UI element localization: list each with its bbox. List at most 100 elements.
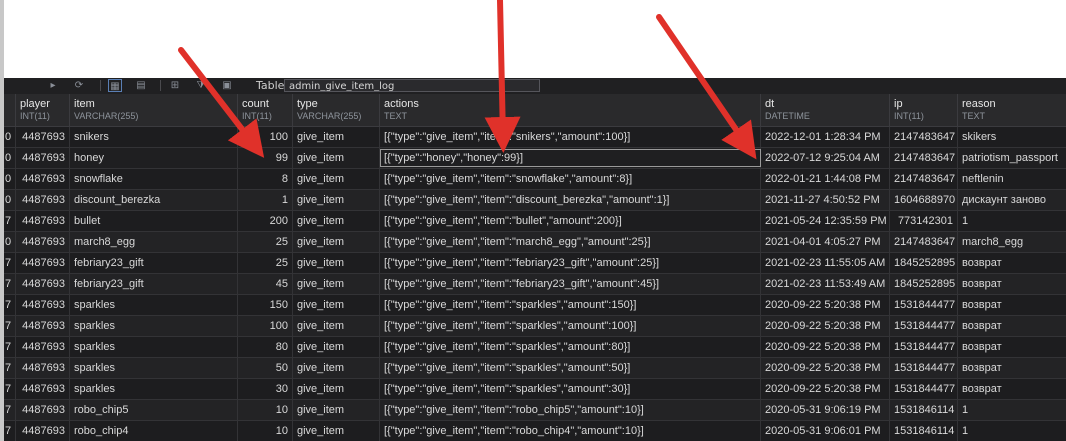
table-icon[interactable]: ⊞ (168, 79, 182, 92)
cell-type[interactable]: give_item (293, 295, 380, 315)
cell-ip[interactable]: 2147483647 (890, 232, 958, 252)
cell-player[interactable]: 4487693 (16, 148, 70, 168)
cell-player[interactable]: 4487693 (16, 379, 70, 399)
cell-type[interactable]: give_item (293, 379, 380, 399)
cell-reason[interactable]: 1 (958, 400, 1066, 420)
cell-dt[interactable]: 2020-05-31 9:06:01 PM (761, 421, 890, 441)
cell-type[interactable]: give_item (293, 316, 380, 336)
cell-type[interactable]: give_item (293, 253, 380, 273)
cell-actions[interactable]: [{"type":"give_item","item":"sparkles","… (380, 379, 761, 399)
cell-type[interactable]: give_item (293, 211, 380, 231)
table-row[interactable]: 7 4487693 febriary23_gift 25 give_item [{"typ… (4, 253, 1066, 274)
cell-dt[interactable]: 2021-05-24 12:35:59 PM (761, 211, 890, 231)
cell-player[interactable]: 4487693 (16, 211, 70, 231)
cell-count[interactable]: 8 (238, 169, 293, 189)
cell-ip[interactable]: 1604688970 (890, 190, 958, 210)
cell-player[interactable]: 4487693 (16, 337, 70, 357)
cell-player[interactable]: 4487693 (16, 358, 70, 378)
cell-player[interactable]: 4487693 (16, 274, 70, 294)
cell-type[interactable]: give_item (293, 127, 380, 147)
table-row[interactable]: 0 4487693 snowflake 8 give_item [{"type":"giv… (4, 169, 1066, 190)
cell-item[interactable]: discount_berezka (70, 190, 238, 210)
cell-actions[interactable]: [{"type":"give_item","item":"sparkles","… (380, 358, 761, 378)
cell-ip[interactable]: 773142301 (890, 211, 958, 231)
cell-item[interactable]: sparkles (70, 358, 238, 378)
cell-ip[interactable]: 2147483647 (890, 127, 958, 147)
cell-player[interactable]: 4487693 (16, 295, 70, 315)
cell-count[interactable]: 150 (238, 295, 293, 315)
cell-reason[interactable]: возврат (958, 337, 1066, 357)
cell-item[interactable]: febriary23_gift (70, 274, 238, 294)
cell-dt[interactable]: 2021-11-27 4:50:52 PM (761, 190, 890, 210)
cell-type[interactable]: give_item (293, 169, 380, 189)
cell-reason[interactable]: возврат (958, 295, 1066, 315)
cell-reason[interactable]: дискаунт заново (958, 190, 1066, 210)
cell-player[interactable]: 4487693 (16, 127, 70, 147)
cell-reason[interactable]: возврат (958, 379, 1066, 399)
cell-ip[interactable]: 1845252895 (890, 274, 958, 294)
cell-dt[interactable]: 2020-09-22 5:20:38 PM (761, 379, 890, 399)
filter-icon[interactable]: ⧩ (194, 79, 208, 92)
cell-item[interactable]: bullet (70, 211, 238, 231)
nav-icon[interactable]: ▸ (46, 79, 60, 92)
cell-count[interactable]: 25 (238, 232, 293, 252)
cell-dt[interactable]: 2022-01-21 1:44:08 PM (761, 169, 890, 189)
cell-item[interactable]: robo_chip4 (70, 421, 238, 441)
cell-ip[interactable]: 2147483647 (890, 148, 958, 168)
column-header-item[interactable]: item VARCHAR(255) (70, 94, 238, 126)
table-row[interactable]: 7 4487693 robo_chip4 10 give_item [{"type":"g… (4, 421, 1066, 441)
cell-type[interactable]: give_item (293, 232, 380, 252)
cell-actions[interactable]: [{"type":"give_item","item":"robo_chip4"… (380, 421, 761, 441)
cell-type[interactable]: give_item (293, 337, 380, 357)
cell-item[interactable]: snowflake (70, 169, 238, 189)
cell-reason[interactable]: возврат (958, 253, 1066, 273)
cell-actions[interactable]: [{"type":"give_item","item":"febriary23_… (380, 274, 761, 294)
column-header-player[interactable]: player INT(11) (16, 94, 70, 126)
cell-count[interactable]: 25 (238, 253, 293, 273)
cell-type[interactable]: give_item (293, 190, 380, 210)
cell-item[interactable]: febriary23_gift (70, 253, 238, 273)
grid-view-icon[interactable]: ▦ (108, 79, 122, 92)
cell-dt[interactable]: 2021-02-23 11:55:05 AM (761, 253, 890, 273)
cell-ip[interactable]: 1531844477 (890, 358, 958, 378)
cell-item[interactable]: sparkles (70, 379, 238, 399)
cell-type[interactable]: give_item (293, 421, 380, 441)
cell-actions[interactable]: [{"type":"give_item","item":"febriary23_… (380, 253, 761, 273)
cell-dt[interactable]: 2020-09-22 5:20:38 PM (761, 295, 890, 315)
cell-actions[interactable]: [{"type":"give_item","item":"march8_egg"… (380, 232, 761, 252)
cell-reason[interactable]: возврат (958, 316, 1066, 336)
cell-type[interactable]: give_item (293, 148, 380, 168)
cell-ip[interactable]: 2147483647 (890, 169, 958, 189)
form-view-icon[interactable]: ▤ (134, 79, 148, 92)
export-icon[interactable]: ▣ (220, 79, 234, 92)
cell-count[interactable]: 10 (238, 421, 293, 441)
cell-count[interactable]: 99 (238, 148, 293, 168)
cell-type[interactable]: give_item (293, 400, 380, 420)
cell-count[interactable]: 30 (238, 379, 293, 399)
cell-actions[interactable]: [{"type":"give_item","item":"snowflake",… (380, 169, 761, 189)
cell-count[interactable]: 100 (238, 127, 293, 147)
cell-count[interactable]: 10 (238, 400, 293, 420)
cell-item[interactable]: honey (70, 148, 238, 168)
cell-actions[interactable]: [{"type":"give_item","item":"snikers","a… (380, 127, 761, 147)
cell-count[interactable]: 50 (238, 358, 293, 378)
cell-reason[interactable]: возврат (958, 358, 1066, 378)
column-header-actions[interactable]: actions TEXT (380, 94, 761, 126)
column-header-ip[interactable]: ip INT(11) (890, 94, 958, 126)
table-row[interactable]: 0 4487693 snikers 100 give_item [{"type":"giv… (4, 127, 1066, 148)
cell-ip[interactable]: 1531844477 (890, 379, 958, 399)
cell-actions[interactable]: [{"type":"honey","honey":99}] (380, 148, 761, 168)
table-row[interactable]: 7 4487693 febriary23_gift 45 give_item [{"typ… (4, 274, 1066, 295)
cell-count[interactable]: 45 (238, 274, 293, 294)
cell-player[interactable]: 4487693 (16, 169, 70, 189)
cell-dt[interactable]: 2021-02-23 11:53:49 AM (761, 274, 890, 294)
cell-type[interactable]: give_item (293, 358, 380, 378)
cell-player[interactable]: 4487693 (16, 232, 70, 252)
cell-dt[interactable]: 2020-05-31 9:06:19 PM (761, 400, 890, 420)
cell-dt[interactable]: 2020-09-22 5:20:38 PM (761, 337, 890, 357)
cell-dt[interactable]: 2020-09-22 5:20:38 PM (761, 358, 890, 378)
table-row[interactable]: 0 4487693 honey 99 give_item [{"type":"honey"… (4, 148, 1066, 169)
table-row[interactable]: 7 4487693 sparkles 30 give_item [{"type":"giv… (4, 379, 1066, 400)
cell-dt[interactable]: 2020-09-22 5:20:38 PM (761, 316, 890, 336)
cell-actions[interactable]: [{"type":"give_item","item":"bullet","am… (380, 211, 761, 231)
